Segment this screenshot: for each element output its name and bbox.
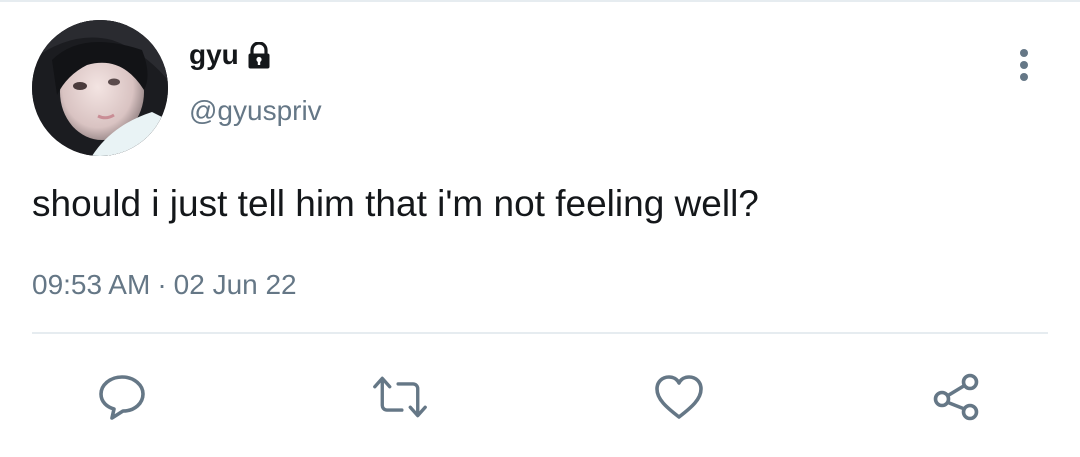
tweet-time: 09:53 AM bbox=[32, 269, 151, 300]
actions-divider bbox=[32, 332, 1048, 334]
reply-icon bbox=[99, 375, 145, 420]
tweet-date: 02 Jun 22 bbox=[173, 269, 297, 300]
more-options-button[interactable] bbox=[1006, 44, 1042, 86]
avatar-image bbox=[32, 20, 168, 156]
share-button[interactable] bbox=[929, 372, 985, 422]
retweet-button[interactable] bbox=[372, 372, 428, 422]
reply-button[interactable] bbox=[94, 372, 150, 422]
tweet-text: should i just tell him that i'm not feel… bbox=[32, 183, 759, 224]
top-divider bbox=[0, 0, 1080, 2]
meta-separator: · bbox=[157, 269, 167, 300]
heart-icon bbox=[655, 375, 703, 419]
display-name[interactable]: gyu bbox=[189, 37, 239, 73]
retweet-icon bbox=[373, 376, 427, 418]
avatar[interactable] bbox=[32, 20, 168, 156]
username-handle[interactable]: @gyuspriv bbox=[189, 93, 322, 129]
author-name-row[interactable]: gyu bbox=[189, 37, 271, 73]
more-vertical-icon bbox=[1020, 49, 1028, 81]
like-button[interactable] bbox=[651, 372, 707, 422]
share-icon bbox=[933, 373, 979, 421]
lock-icon bbox=[247, 41, 271, 70]
tweet-timestamp[interactable]: 09:53 AM · 02 Jun 22 bbox=[32, 267, 297, 303]
